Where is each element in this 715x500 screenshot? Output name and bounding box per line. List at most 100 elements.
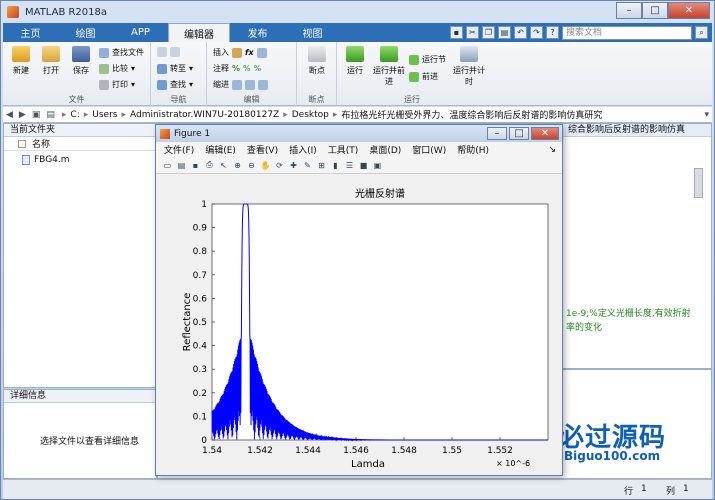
tab-editor[interactable]: 编辑器 (168, 23, 230, 42)
save-figure-icon[interactable]: ▪ (190, 160, 201, 171)
path-user[interactable]: Administrator.WIN7U-20180127Z (130, 110, 279, 120)
zoom-out-icon[interactable]: ⊖ (246, 160, 257, 171)
redo-icon[interactable]: ↷ (530, 26, 543, 39)
brush-icon[interactable]: ✎ (302, 160, 313, 171)
editor-scrollbar[interactable] (694, 168, 703, 198)
menu-help[interactable]: 帮助(H) (457, 143, 489, 156)
path-dropdown-icon[interactable]: ▾ (704, 110, 709, 120)
matlab-logo-icon (7, 6, 19, 18)
checkbox-icon[interactable] (18, 139, 26, 148)
compare-button[interactable]: 比较 ▾ (99, 63, 135, 74)
menu-edit[interactable]: 编辑(E) (205, 143, 236, 156)
help-icon[interactable]: ? (546, 26, 559, 39)
new-button[interactable]: 新建 (7, 46, 35, 76)
find-files-button[interactable]: 查找文件 (99, 47, 144, 58)
print-figure-icon[interactable]: ⎙ (204, 160, 215, 171)
tab-apps[interactable]: APP (113, 23, 168, 42)
breakpoints-button[interactable]: 断点 (303, 46, 331, 76)
maximize-button[interactable]: □ (642, 2, 668, 19)
list-item[interactable]: FBG4.m (4, 153, 156, 167)
pan-hand-icon[interactable]: ✋ (260, 160, 271, 171)
undo-icon[interactable]: ↶ (514, 26, 527, 39)
details-panel: 详细信息 选择文件以查看详细信息 (3, 389, 157, 479)
code-line[interactable]: 率的变化 (566, 320, 602, 333)
figure-maximize-button[interactable]: □ (509, 127, 529, 140)
hide-tools-icon[interactable]: ■ (358, 160, 369, 171)
reflectance-chart: 光栅反射谱 Lamda Reflectance × 10^-6 1.54 1.54… (182, 187, 549, 470)
folder-column-header[interactable]: 名称 (4, 137, 156, 151)
back-icon (157, 47, 167, 57)
comment-button[interactable]: 注释%%% (213, 63, 261, 74)
pointer-icon[interactable]: ↖ (218, 160, 229, 171)
menu-tools[interactable]: 工具(T) (328, 143, 359, 156)
menu-insert[interactable]: 插入(I) (289, 143, 317, 156)
tab-publish[interactable]: 发布 (230, 23, 285, 42)
dock-arrow-icon[interactable]: ↘ (548, 145, 556, 155)
indent-button[interactable]: 缩进 (213, 79, 268, 90)
back-forward-buttons[interactable] (157, 47, 180, 57)
title-bar: MATLAB R2018a – □ ✕ (1, 1, 714, 23)
menu-view[interactable]: 查看(V) (247, 143, 278, 156)
menu-file[interactable]: 文件(F) (164, 143, 194, 156)
address-bar[interactable]: ◀ ▶ ▣ ▤ ▸ C: ▸ Users ▸ Administrator.WIN… (3, 107, 712, 123)
zoom-in-icon[interactable]: ⊕ (232, 160, 243, 171)
run-section-button[interactable]: 运行节 (409, 54, 446, 65)
up-folder-icon[interactable]: ▣ (32, 110, 41, 120)
browse-folder-icon[interactable]: ▤ (46, 110, 55, 120)
tab-home[interactable]: 主页 (3, 23, 58, 42)
search-icon[interactable]: ⌕ (695, 26, 708, 39)
details-message: 选择文件以查看详细信息 (40, 437, 140, 447)
x-tick-label: 1.546 (343, 446, 369, 456)
close-button[interactable]: ✕ (668, 2, 710, 19)
open-button[interactable]: 打开 (37, 46, 65, 76)
show-tools-icon[interactable]: ▣ (372, 160, 383, 171)
legend-icon[interactable]: ☰ (344, 160, 355, 171)
figure-close-button[interactable]: ✕ (531, 127, 559, 140)
fx-icon: fx (245, 48, 254, 57)
open-file-icon[interactable]: ▤ (176, 160, 187, 171)
y-tick-label: 0.1 (193, 412, 207, 422)
new-figure-icon[interactable]: ▭ (162, 160, 173, 171)
save-icon[interactable]: ▪ (450, 26, 463, 39)
advance-button[interactable]: 前进 (409, 71, 438, 82)
link-plot-icon[interactable]: ⊞ (316, 160, 327, 171)
x-tick-label: 1.542 (247, 446, 273, 456)
menu-desktop[interactable]: 桌面(D) (369, 143, 401, 156)
paste-icon[interactable]: ▤ (498, 26, 511, 39)
cut-icon[interactable]: ✂ (466, 26, 479, 39)
run-advance-button[interactable]: 运行并前进 (373, 46, 405, 87)
run-button[interactable]: 运行 (341, 46, 369, 76)
figure-menubar: 文件(F) 编辑(E) 查看(V) 插入(I) 工具(T) 桌面(D) 窗口(W… (156, 142, 562, 157)
y-tick-label: 0.7 (193, 271, 207, 281)
data-cursor-icon[interactable]: ✚ (288, 160, 299, 171)
rotate-icon[interactable]: ⟳ (274, 160, 285, 171)
path-drive[interactable]: C: (70, 110, 79, 120)
print-button[interactable]: 打印 ▾ (99, 79, 135, 90)
menu-window[interactable]: 窗口(W) (412, 143, 446, 156)
y-tick-label: 0.5 (193, 318, 207, 328)
path-separator-icon: ▸ (83, 109, 89, 120)
forward-arrow-icon[interactable]: ▶ (19, 110, 26, 120)
code-line[interactable]: 1e-9;%定义光栅长度,有效折射 (566, 306, 691, 319)
back-arrow-icon[interactable]: ◀ (6, 110, 13, 120)
x-tick-label: 1.55 (442, 446, 462, 456)
stopwatch-icon (460, 46, 478, 62)
save-file-button[interactable]: 保存 (67, 46, 95, 76)
colorbar-icon[interactable]: ▮ (330, 160, 341, 171)
tab-view[interactable]: 视图 (285, 23, 340, 42)
run-time-button[interactable]: 运行并计时 (453, 46, 485, 87)
path-desktop[interactable]: Desktop (292, 110, 329, 120)
run-play-icon (346, 46, 364, 62)
copy-icon[interactable]: ❐ (482, 26, 495, 39)
insert-button[interactable]: 插入 fx (213, 47, 267, 58)
minimize-button[interactable]: – (616, 2, 642, 19)
decrease-indent-icon (258, 79, 268, 90)
figure-minimize-button[interactable]: – (487, 127, 507, 140)
path-folder[interactable]: 布拉格光纤光栅受外界力、温度综合影响后反射谱的影响仿真研究 (341, 108, 602, 121)
path-users[interactable]: Users (92, 110, 117, 120)
find-button[interactable]: 查找 ▾ (157, 79, 193, 90)
goto-button[interactable]: 转至 ▾ (157, 63, 193, 74)
search-input[interactable]: 搜索文档 (562, 25, 692, 40)
x-axis-label: Lamda (351, 459, 385, 470)
tab-plots[interactable]: 绘图 (58, 23, 113, 42)
